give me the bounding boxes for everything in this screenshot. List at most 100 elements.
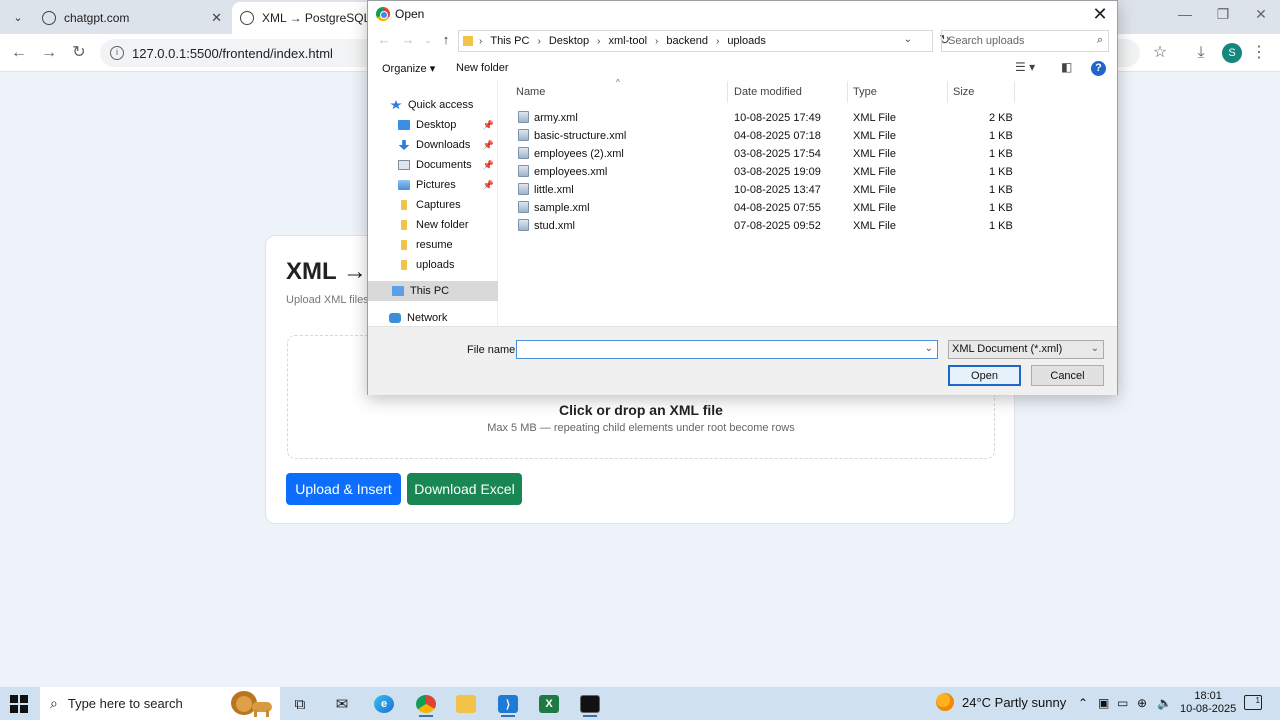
dialog-nav-pane: Quick access Desktop 📌 Downloads 📌 Docum…: [368, 81, 498, 326]
search-icon: ⌕: [50, 695, 58, 711]
notifications-icon[interactable]: 1: [1244, 695, 1262, 710]
open-button[interactable]: Open: [948, 365, 1021, 386]
bookmark-star-icon[interactable]: ☆: [1149, 42, 1171, 64]
column-size[interactable]: Size: [953, 86, 974, 98]
taskbar-search-placeholder: Type here to search: [67, 696, 183, 711]
file-row[interactable]: basic-structure.xml 04-08-2025 07:18 XML…: [508, 127, 1108, 145]
xml-file-icon: [518, 201, 529, 213]
breadcrumb-uploads[interactable]: uploads: [727, 35, 766, 47]
weather-widget[interactable]: 24°C Partly sunny: [936, 693, 1066, 711]
nav-network[interactable]: Network: [368, 308, 498, 328]
minimize-icon[interactable]: —: [1170, 6, 1200, 22]
preview-pane-icon[interactable]: ◧: [1061, 60, 1072, 74]
chevron-down-icon[interactable]: ⌄: [925, 343, 933, 354]
file-row[interactable]: stud.xml 07-08-2025 09:52 XML File 1 KB: [508, 217, 1108, 235]
back-icon[interactable]: ←: [8, 42, 30, 64]
organize-button[interactable]: Organize ▾: [382, 62, 435, 75]
forward-icon[interactable]: →: [400, 32, 416, 47]
task-view-icon[interactable]: ⧉: [281, 691, 319, 717]
search-placeholder: Search uploads: [948, 35, 1025, 47]
maximize-icon[interactable]: ❐: [1208, 6, 1238, 23]
nav-desktop[interactable]: Desktop 📌: [368, 115, 498, 135]
breadcrumb-desktop[interactable]: Desktop: [549, 35, 589, 47]
dialog-close-icon[interactable]: ✕: [1089, 4, 1111, 25]
battery-icon[interactable]: ▭: [1117, 696, 1128, 710]
chrome-taskbar-icon[interactable]: [407, 691, 445, 717]
breadcrumb-separator: ›: [597, 35, 601, 47]
view-options-icon[interactable]: ☰ ▾: [1015, 60, 1035, 74]
tray-app-icon[interactable]: ▣: [1098, 696, 1109, 710]
network-icon: [389, 313, 401, 323]
xml-file-icon: [518, 183, 529, 195]
breadcrumb-xml-tool[interactable]: xml-tool: [609, 35, 648, 47]
network-globe-icon[interactable]: ⊕: [1137, 696, 1147, 710]
back-icon[interactable]: ←: [376, 32, 392, 47]
windows-start-icon[interactable]: [10, 695, 28, 713]
column-divider[interactable]: [1014, 81, 1015, 103]
tray-overflow-chevron-icon[interactable]: ⌃: [1078, 696, 1088, 710]
file-row[interactable]: employees.xml 03-08-2025 19:09 XML File …: [508, 163, 1108, 181]
file-row[interactable]: army.xml 10-08-2025 17:49 XML File 2 KB: [508, 109, 1108, 127]
nav-pictures[interactable]: Pictures 📌: [368, 175, 498, 195]
file-row[interactable]: little.xml 10-08-2025 13:47 XML File 1 K…: [508, 181, 1108, 199]
breadcrumb-backend[interactable]: backend: [666, 35, 708, 47]
reload-icon[interactable]: ↻: [68, 42, 90, 64]
column-name[interactable]: Name: [516, 86, 545, 98]
nav-label: This PC: [410, 285, 450, 297]
file-type-select[interactable]: XML Document (*.xml) ⌄: [948, 340, 1104, 359]
edge-icon[interactable]: e: [365, 691, 403, 717]
column-date-modified[interactable]: Date modified: [734, 86, 802, 98]
recent-locations-icon[interactable]: ⌄: [420, 35, 436, 46]
nav-documents[interactable]: Documents 📌: [368, 155, 498, 175]
column-type[interactable]: Type: [853, 86, 877, 98]
forward-icon[interactable]: →: [38, 42, 60, 64]
close-window-icon[interactable]: ✕: [1246, 6, 1276, 23]
chevron-down-icon[interactable]: ⌄: [904, 34, 912, 45]
vscode-icon[interactable]: ⟩: [489, 691, 527, 717]
download-icon[interactable]: ⤓: [1190, 42, 1212, 64]
nav-new-folder[interactable]: New folder: [368, 215, 498, 235]
up-folder-icon[interactable]: ↑: [438, 32, 454, 47]
close-tab-icon[interactable]: ✕: [211, 10, 222, 26]
notification-count: 1: [1255, 696, 1260, 705]
download-excel-button[interactable]: Download Excel: [407, 473, 522, 505]
profile-avatar[interactable]: S: [1222, 43, 1242, 63]
file-date: 04-08-2025 07:18: [734, 130, 821, 142]
excel-icon[interactable]: X: [530, 691, 568, 717]
nav-captures[interactable]: Captures: [368, 195, 498, 215]
nav-quick-access[interactable]: Quick access: [368, 95, 498, 115]
column-divider[interactable]: [947, 81, 948, 103]
file-name-input[interactable]: ⌄: [516, 340, 938, 359]
volume-icon[interactable]: 🔈: [1157, 696, 1172, 710]
breadcrumb[interactable]: › This PC › Desktop › xml-tool › backend…: [458, 30, 950, 52]
upload-insert-button[interactable]: Upload & Insert: [286, 473, 401, 505]
file-row[interactable]: sample.xml 04-08-2025 07:55 XML File 1 K…: [508, 199, 1108, 217]
file-name: little.xml: [534, 184, 574, 196]
menu-kebab-icon[interactable]: ⋮: [1248, 42, 1270, 64]
file-size: 2 KB: [989, 112, 1013, 124]
nav-this-pc[interactable]: This PC: [368, 281, 498, 301]
mail-icon[interactable]: ✉: [323, 691, 361, 717]
column-divider[interactable]: [727, 81, 728, 103]
nav-downloads[interactable]: Downloads 📌: [368, 135, 498, 155]
file-explorer-icon[interactable]: [447, 691, 485, 717]
file-date: 10-08-2025 13:47: [734, 184, 821, 196]
system-clock[interactable]: 18:01 10-08-2025: [1180, 690, 1236, 716]
cancel-button[interactable]: Cancel: [1031, 365, 1104, 386]
tab-search-icon[interactable]: ⌄: [6, 5, 30, 29]
new-folder-button[interactable]: New folder: [456, 62, 509, 74]
xml-file-icon: [518, 129, 529, 141]
clock-date: 10-08-2025: [1180, 703, 1237, 715]
file-row[interactable]: employees (2).xml 03-08-2025 17:54 XML F…: [508, 145, 1108, 163]
terminal-icon[interactable]: [571, 691, 609, 717]
column-divider[interactable]: [847, 81, 848, 103]
pictures-icon: [398, 180, 410, 190]
site-info-icon[interactable]: i: [110, 46, 124, 60]
dialog-search-input[interactable]: Search uploads ⌕: [941, 30, 1109, 52]
nav-uploads[interactable]: uploads: [368, 255, 498, 275]
tab-chatgpt[interactable]: chatgpt.com ✕: [34, 2, 230, 34]
dropzone-title: Click or drop an XML file: [559, 402, 723, 418]
breadcrumb-this-pc[interactable]: This PC: [490, 35, 529, 47]
help-icon[interactable]: ?: [1091, 61, 1106, 76]
nav-resume[interactable]: resume: [368, 235, 498, 255]
